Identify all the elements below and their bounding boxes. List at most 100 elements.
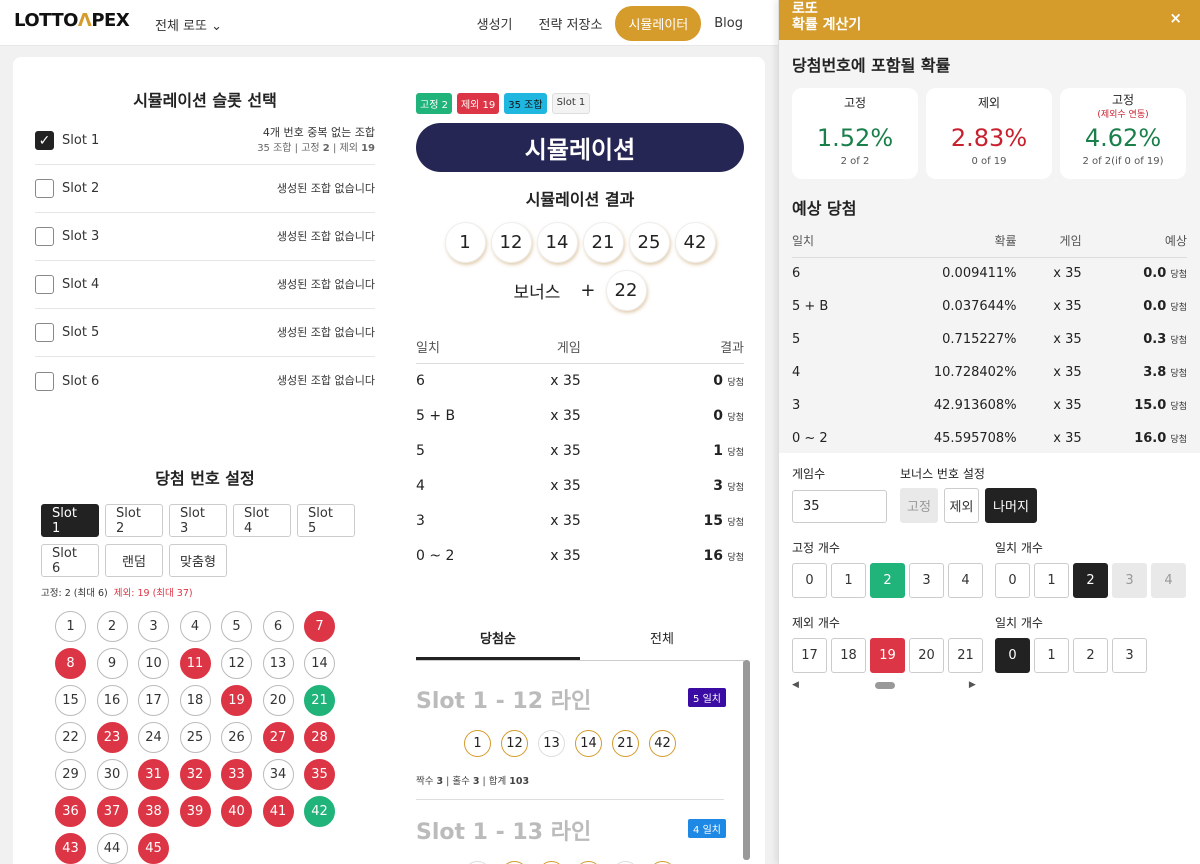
number-ball[interactable]: 43 bbox=[55, 833, 86, 864]
options-scrollbar[interactable]: ◀ ▶ bbox=[792, 679, 995, 691]
slot-row[interactable]: Slot 3 생성된 조합 없습니다 bbox=[35, 213, 375, 261]
slot-checkbox[interactable] bbox=[35, 275, 54, 294]
bonus-excluded-button[interactable]: 제외 bbox=[944, 488, 979, 523]
number-ball[interactable]: 14 bbox=[304, 648, 335, 679]
number-ball[interactable]: 33 bbox=[221, 759, 252, 790]
number-ball[interactable]: 37 bbox=[96, 796, 128, 827]
number-ball[interactable]: 21 bbox=[304, 685, 335, 716]
number-ball[interactable]: 20 bbox=[262, 685, 294, 716]
number-ball[interactable]: 42 bbox=[304, 796, 335, 827]
excluded-count-option[interactable]: 18 bbox=[831, 638, 866, 673]
slot-row[interactable]: ✓ Slot 1 4개 번호 중복 없는 조합 35 조합 | 고정 2 | 제외… bbox=[35, 117, 375, 165]
slot-checkbox[interactable]: ✓ bbox=[35, 131, 54, 150]
number-ball[interactable]: 18 bbox=[179, 685, 211, 716]
fixed-count-option[interactable]: 1 bbox=[831, 563, 866, 598]
number-ball[interactable]: 5 bbox=[221, 611, 252, 642]
number-ball[interactable]: 30 bbox=[96, 759, 128, 790]
number-ball[interactable]: 16 bbox=[96, 685, 128, 716]
number-ball[interactable]: 31 bbox=[138, 759, 169, 790]
number-ball[interactable]: 11 bbox=[179, 648, 211, 679]
number-ball[interactable]: 45 bbox=[138, 833, 169, 864]
slot-1-button[interactable]: Slot 1 bbox=[41, 504, 99, 537]
tab-by-prize[interactable]: 당첨순 bbox=[416, 620, 580, 660]
nav-simulator[interactable]: 시뮬레이터 bbox=[615, 6, 702, 41]
match-count-option[interactable]: 4 bbox=[1151, 563, 1186, 598]
number-ball[interactable]: 28 bbox=[304, 722, 335, 753]
slot-row[interactable]: Slot 2 생성된 조합 없습니다 bbox=[35, 165, 375, 213]
number-ball[interactable]: 44 bbox=[96, 833, 128, 864]
number-ball[interactable]: 27 bbox=[262, 722, 294, 753]
match-count-option-2[interactable]: 1 bbox=[1034, 638, 1069, 673]
number-ball[interactable]: 32 bbox=[179, 759, 211, 790]
slot-checkbox[interactable] bbox=[35, 371, 54, 391]
number-ball[interactable]: 9 bbox=[96, 648, 128, 679]
simulate-button[interactable]: 시뮬레이션 bbox=[416, 123, 744, 172]
fixed-count-option[interactable]: 4 bbox=[948, 563, 983, 598]
tab-all[interactable]: 전체 bbox=[580, 620, 744, 660]
number-ball[interactable]: 41 bbox=[262, 796, 294, 827]
number-ball[interactable]: 40 bbox=[221, 796, 252, 827]
bonus-rest-button[interactable]: 나머지 bbox=[985, 488, 1037, 523]
close-icon[interactable]: × bbox=[1169, 10, 1182, 26]
number-ball[interactable]: 23 bbox=[96, 722, 128, 753]
number-ball[interactable]: 38 bbox=[138, 796, 169, 827]
scroll-right-icon[interactable]: ▶ bbox=[969, 680, 976, 690]
number-ball[interactable]: 13 bbox=[262, 648, 294, 679]
number-ball[interactable]: 15 bbox=[55, 685, 86, 716]
number-ball[interactable]: 19 bbox=[221, 685, 252, 716]
number-ball[interactable]: 3 bbox=[138, 611, 169, 642]
number-ball[interactable]: 10 bbox=[138, 648, 169, 679]
number-ball[interactable]: 35 bbox=[304, 759, 335, 790]
number-ball[interactable]: 39 bbox=[179, 796, 211, 827]
nav-generator[interactable]: 생성기 bbox=[464, 6, 526, 41]
slot-5-button[interactable]: Slot 5 bbox=[297, 504, 355, 537]
number-ball[interactable]: 6 bbox=[262, 611, 294, 642]
scroll-left-icon[interactable]: ◀ bbox=[792, 680, 799, 690]
number-ball[interactable]: 4 bbox=[179, 611, 211, 642]
slot-checkbox[interactable] bbox=[35, 227, 54, 246]
nav-strategy[interactable]: 전략 저장소 bbox=[526, 6, 616, 41]
match-count-option-2[interactable]: 3 bbox=[1112, 638, 1147, 673]
number-ball[interactable]: 2 bbox=[96, 611, 128, 642]
excluded-count-option[interactable]: 20 bbox=[909, 638, 944, 673]
number-ball[interactable]: 12 bbox=[221, 648, 252, 679]
fixed-count-option[interactable]: 0 bbox=[792, 563, 827, 598]
all-lotto-menu[interactable]: 전체 로또 ⌄ bbox=[155, 15, 222, 34]
fixed-count-option[interactable]: 2 bbox=[870, 563, 905, 598]
number-ball[interactable]: 1 bbox=[55, 611, 86, 642]
nav-blog[interactable]: Blog bbox=[701, 8, 756, 39]
bonus-fixed-button[interactable]: 고정 bbox=[900, 488, 938, 523]
games-input[interactable]: 35 bbox=[792, 490, 887, 523]
slot-row[interactable]: Slot 6 생성된 조합 없습니다 bbox=[35, 357, 375, 405]
number-ball[interactable]: 29 bbox=[55, 759, 86, 790]
slot-4-button[interactable]: Slot 4 bbox=[233, 504, 291, 537]
slot-2-button[interactable]: Slot 2 bbox=[105, 504, 163, 537]
number-ball[interactable]: 8 bbox=[55, 648, 86, 679]
match-count-option-2[interactable]: 0 bbox=[995, 638, 1030, 673]
number-ball[interactable]: 34 bbox=[262, 759, 294, 790]
slot-row[interactable]: Slot 5 생성된 조합 없습니다 bbox=[35, 309, 375, 357]
slot-checkbox[interactable] bbox=[35, 323, 54, 342]
number-ball[interactable]: 25 bbox=[179, 722, 211, 753]
random-button[interactable]: 랜덤 bbox=[105, 544, 163, 577]
number-ball[interactable]: 17 bbox=[138, 685, 169, 716]
slot-row[interactable]: Slot 4 생성된 조합 없습니다 bbox=[35, 261, 375, 309]
number-ball[interactable]: 36 bbox=[55, 796, 86, 827]
match-count-option[interactable]: 1 bbox=[1034, 563, 1069, 598]
excluded-count-option[interactable]: 19 bbox=[870, 638, 905, 673]
match-count-option[interactable]: 3 bbox=[1112, 563, 1147, 598]
match-count-option[interactable]: 2 bbox=[1073, 563, 1108, 598]
excluded-count-option[interactable]: 17 bbox=[792, 638, 827, 673]
logo[interactable]: LOTTOΛPEX bbox=[14, 10, 130, 31]
number-ball[interactable]: 7 bbox=[304, 611, 335, 642]
slot-checkbox[interactable] bbox=[35, 179, 54, 198]
number-ball[interactable]: 22 bbox=[55, 722, 86, 753]
match-count-option-2[interactable]: 2 bbox=[1073, 638, 1108, 673]
number-ball[interactable]: 26 bbox=[221, 722, 252, 753]
fixed-count-option[interactable]: 3 bbox=[909, 563, 944, 598]
slot-6-button[interactable]: Slot 6 bbox=[41, 544, 99, 577]
number-ball[interactable]: 24 bbox=[138, 722, 169, 753]
slot-3-button[interactable]: Slot 3 bbox=[169, 504, 227, 537]
excluded-count-option[interactable]: 21 bbox=[948, 638, 983, 673]
custom-button[interactable]: 맞춤형 bbox=[169, 544, 227, 577]
